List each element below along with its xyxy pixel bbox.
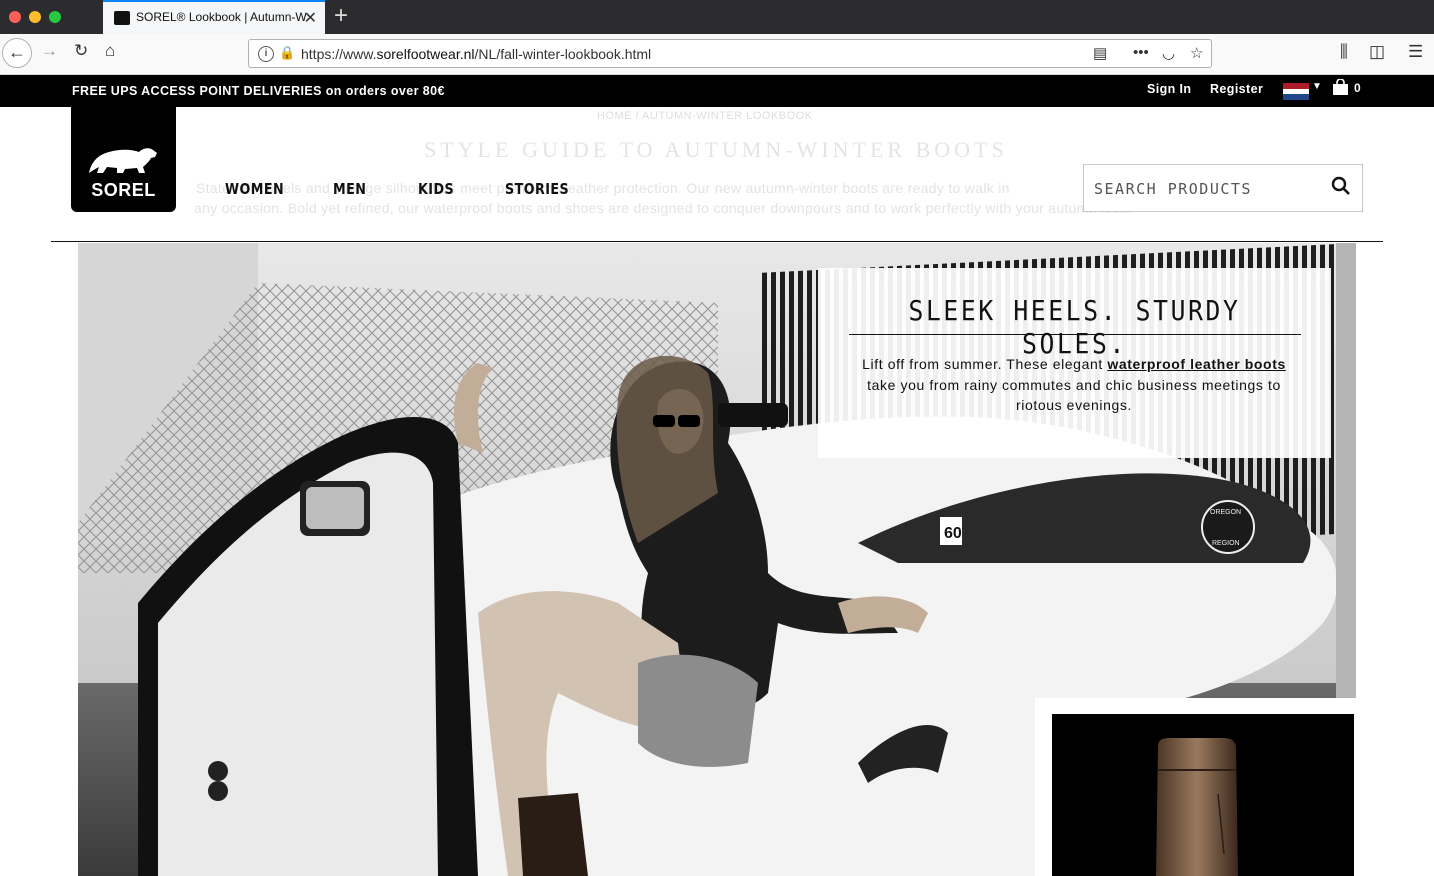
- hero-heading-rule: [849, 334, 1301, 335]
- sign-in-link[interactable]: Sign In: [1147, 82, 1191, 96]
- sorel-logo[interactable]: SOREL: [71, 107, 176, 212]
- hero-body-before: Lift off from summer. These elegant: [862, 356, 1108, 372]
- search-icon[interactable]: [1331, 176, 1351, 201]
- intro-text-line-1: Statement heels and vintage silhouettes …: [196, 180, 1010, 196]
- logo-wordmark: SOREL: [91, 180, 156, 200]
- bookmark-star-icon[interactable]: ☆: [1190, 44, 1203, 62]
- promo-bold: FREE UPS ACCESS POINT DELIVERIES: [72, 84, 322, 98]
- pocket-icon[interactable]: ◡: [1162, 44, 1175, 62]
- search-box[interactable]: [1083, 164, 1363, 212]
- search-input[interactable]: [1092, 175, 1326, 203]
- page-title: STYLE GUIDE TO AUTUMN-WINTER BOOTS: [424, 137, 1008, 162]
- boot-image: [1156, 738, 1238, 876]
- promo-bar: FREE UPS ACCESS POINT DELIVERIES on orde…: [0, 75, 1434, 107]
- url-domain: sorelfootwear.nl: [376, 46, 475, 62]
- cart-count[interactable]: 0: [1354, 81, 1361, 95]
- site-info-icon[interactable]: i: [258, 46, 274, 62]
- waterproof-leather-boots-link[interactable]: waterproof leather boots: [1107, 356, 1286, 372]
- url-path: /NL/fall-winter-lookbook.html: [474, 46, 652, 62]
- chevron-down-icon[interactable]: ▼: [1312, 81, 1322, 92]
- intro-text-line-2: any occasion. Bold yet refined, our wate…: [194, 200, 1133, 216]
- product-thumbnail[interactable]: [1052, 714, 1354, 876]
- library-icon[interactable]: ⫼: [1340, 42, 1348, 62]
- forward-button[interactable]: →: [41, 41, 58, 61]
- sticker-bottom-text: REGION: [1212, 540, 1240, 547]
- promo-rest: on orders over 80€: [321, 84, 445, 98]
- browser-navigation-bar: ← → ↻ ⌂ i 🔒 https://www.sorelfootwear.nl…: [0, 34, 1434, 75]
- reload-button[interactable]: ↻: [74, 41, 88, 61]
- browser-tab-bar: SOREL® Lookbook | Autumn-Wi ✕ +: [0, 0, 1434, 34]
- menu-icon[interactable]: ☰: [1408, 42, 1423, 62]
- maximize-window-button[interactable]: [49, 11, 61, 23]
- browser-tab-active[interactable]: SOREL® Lookbook | Autumn-Wi ✕: [103, 0, 325, 34]
- hero-text-panel: SLEEK HEELS. STURDY SOLES. Lift off from…: [818, 268, 1331, 458]
- sidebar-icon[interactable]: ◫: [1369, 42, 1385, 62]
- close-tab-icon[interactable]: ✕: [304, 8, 317, 28]
- hero-body: Lift off from summer. These elegant wate…: [858, 354, 1290, 416]
- nav-stories[interactable]: STORIES: [505, 180, 569, 198]
- tab-title: SOREL® Lookbook | Autumn-Wi: [136, 10, 306, 24]
- netherlands-flag-icon[interactable]: [1283, 83, 1309, 100]
- nav-kids[interactable]: KIDS: [418, 180, 454, 198]
- hero-side-strip: [1336, 243, 1356, 698]
- address-bar[interactable]: i 🔒 https://www.sorelfootwear.nl/NL/fall…: [248, 39, 1212, 68]
- url-text[interactable]: https://www.sorelfootwear.nl/NL/fall-win…: [301, 46, 651, 62]
- nav-women[interactable]: WOMEN: [225, 180, 284, 198]
- register-link[interactable]: Register: [1210, 82, 1263, 96]
- polar-bear-icon: [89, 148, 157, 173]
- nav-men[interactable]: MEN: [333, 180, 366, 198]
- home-button[interactable]: ⌂: [105, 41, 115, 61]
- hero-body-after: take you from rainy commutes and chic bu…: [867, 376, 1281, 414]
- promo-text: FREE UPS ACCESS POINT DELIVERIES on orde…: [72, 84, 445, 98]
- back-button[interactable]: ←: [2, 38, 32, 68]
- car-number: 60: [944, 525, 962, 542]
- hero-heading: SLEEK HEELS. STURDY SOLES.: [908, 294, 1241, 360]
- shopping-bag-icon[interactable]: [1332, 78, 1349, 99]
- minimize-window-button[interactable]: [29, 11, 41, 23]
- page-actions-icon[interactable]: •••: [1133, 44, 1149, 61]
- close-window-button[interactable]: [9, 11, 21, 23]
- breadcrumb[interactable]: HOME / AUTUMN-WINTER LOOKBOOK: [597, 110, 813, 122]
- lock-icon: 🔒: [279, 45, 296, 60]
- new-tab-button[interactable]: +: [334, 2, 348, 30]
- sticker-top-text: OREGON: [1210, 509, 1241, 516]
- reader-view-icon[interactable]: ▤: [1093, 44, 1107, 62]
- header-divider: [51, 241, 1383, 242]
- url-prefix: https://www.: [301, 46, 377, 62]
- sorel-favicon-icon: [114, 11, 130, 25]
